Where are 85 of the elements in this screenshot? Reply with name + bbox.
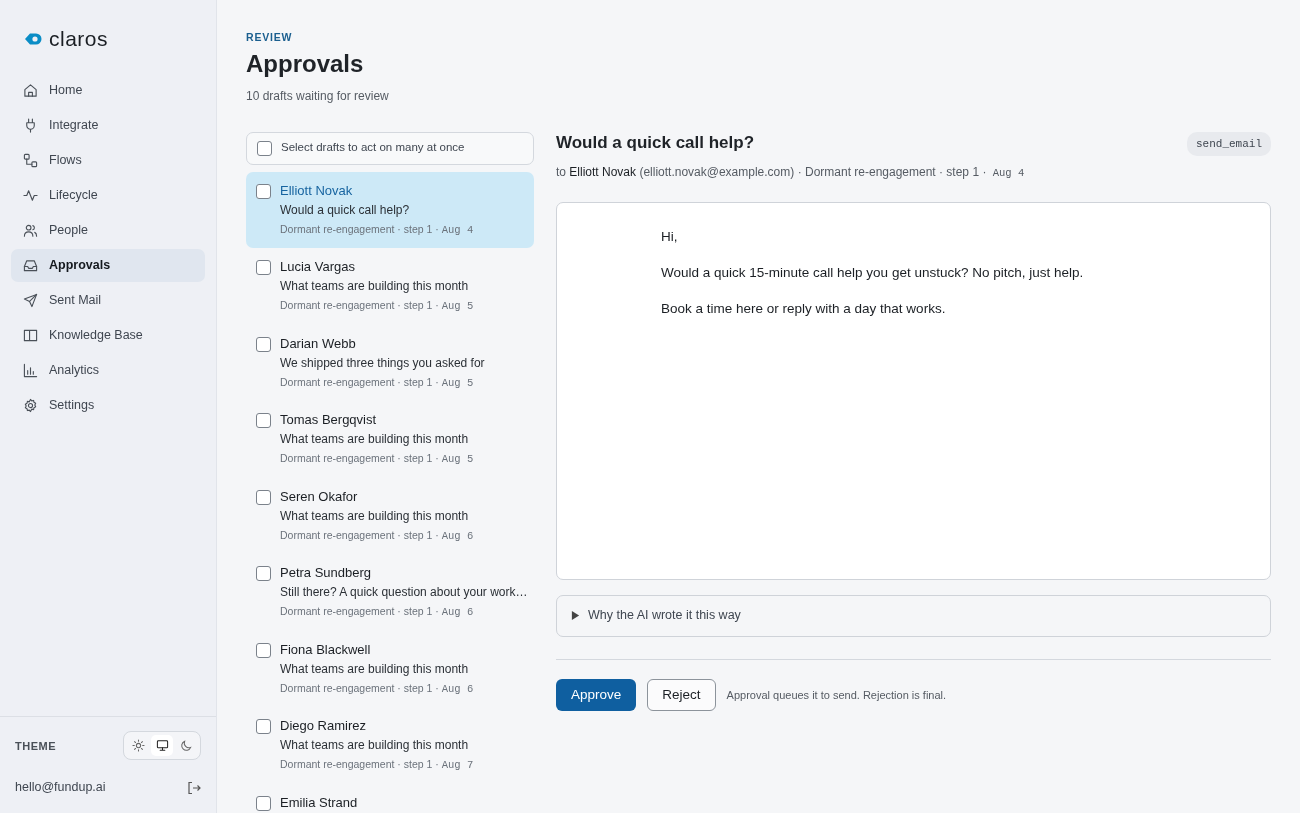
reasoning-disclosure[interactable]: Why the AI wrote it this way (556, 594, 1271, 637)
checkbox[interactable] (256, 413, 271, 429)
caret-right-icon (571, 609, 580, 623)
draft-item[interactable]: Lucia Vargas What teams are building this month Dormant re-engagement · step 1 · Aug 5 (246, 248, 534, 325)
draft-subject: We shipped three things you asked for (280, 354, 485, 372)
moon-icon (179, 739, 193, 753)
checkbox[interactable] (256, 795, 271, 811)
reject-button[interactable]: Reject (647, 678, 716, 711)
recipient-name: Tomas Bergqvist (280, 411, 378, 430)
checkbox[interactable] (257, 140, 272, 156)
recipient-name: Fiona Blackwell (280, 640, 372, 659)
theme-option[interactable] (151, 735, 173, 757)
recipient-name: Emilia Strand (280, 793, 358, 812)
draft-meta: Dormant re-engagement · step 1 · Aug 5 (280, 298, 474, 315)
recipient-name: Elliott Novak (280, 181, 354, 200)
email-subject: Would a quick call help? (556, 132, 755, 153)
draft-subject: What teams are building this month (280, 278, 470, 296)
home-icon (23, 83, 38, 98)
approve-button[interactable]: Approve (556, 678, 637, 711)
draft-meta: Dormant re-engagement · step 1 · Aug 5 (280, 451, 474, 468)
nodes-icon (23, 153, 38, 168)
checkbox[interactable] (256, 489, 271, 505)
nav-item[interactable]: Flows (11, 144, 205, 177)
checkbox[interactable] (256, 719, 271, 735)
draft-meta: Dormant re-engagement · step 1 · Aug 5 (280, 374, 475, 391)
recipient-name: Lucia Vargas (280, 258, 356, 277)
account-email: hello@fundup.ai (15, 779, 106, 797)
draft-meta: Dormant re-engagement · step 1 · Aug 6 (280, 680, 474, 697)
bar-chart-icon (23, 363, 38, 378)
draft-item[interactable]: Diego Ramirez What teams are building this month Dormant re-engagement · step 1 · Aug 7 (246, 707, 534, 784)
draft-subject: Still there? A quick question about your work… (280, 584, 524, 602)
draft-item[interactable]: Petra Sundberg Still there? A quick question about your work… Dormant re-engagement · step 1 · Aug 6 (246, 554, 534, 631)
page-subtitle: 10 drafts waiting for review (246, 87, 390, 105)
nav-item[interactable]: Integrate (11, 109, 205, 142)
recipient-name: Seren Okafor (280, 487, 359, 506)
draft-item[interactable]: Darian Webb We shipped three things you asked for Dormant re-engagement · step 1 · Aug 5 (246, 324, 534, 402)
plug-icon (23, 118, 38, 133)
draft-meta: Dormant re-engagement · step 1 · Aug 7 (280, 757, 474, 774)
checkbox[interactable] (256, 642, 271, 658)
nav-item[interactable]: Sent Mail (11, 284, 205, 317)
nav-item[interactable]: Settings (11, 389, 205, 422)
nav-item[interactable]: Home (11, 74, 205, 107)
draft-subject: What teams are building this month (280, 507, 470, 525)
gear-icon (23, 398, 38, 413)
draft-subject: What teams are building this month (280, 660, 470, 678)
draft-item[interactable]: Tomas Bergqvist What teams are building this month Dormant re-engagement · step 1 · Aug 5 (246, 401, 534, 478)
nav-item[interactable]: Approvals (11, 249, 205, 282)
nav-item[interactable]: Lifecycle (11, 179, 205, 212)
recipient-name: Darian Webb (280, 334, 357, 353)
theme-label: THEME (15, 738, 56, 754)
draft-item[interactable]: Emilia Strand (246, 783, 534, 813)
draft-subject: What teams are building this month (280, 431, 470, 449)
draft-meta: Dormant re-engagement · step 1 · Aug 6 (280, 604, 475, 621)
draft-item[interactable]: Seren Okafor What teams are building this month Dormant re-engagement · step 1 · Aug 6 (246, 477, 534, 555)
checkbox[interactable] (256, 260, 271, 276)
checkbox[interactable] (256, 566, 271, 582)
pulse-icon (23, 188, 38, 203)
inbox-icon (23, 258, 38, 273)
draft-subject: What teams are building this month (280, 737, 470, 755)
draft-meta: Dormant re-engagement · step 1 · Aug 6 (280, 527, 474, 544)
nav-item[interactable]: People (11, 214, 205, 247)
people-icon (23, 223, 38, 238)
sun-icon (131, 739, 145, 753)
action-tag: send_email (1187, 131, 1271, 157)
recipient-name: Petra Sundberg (280, 564, 373, 583)
email-body: Hi, Would a quick 15-minute call help you get unstuck? No pitch, just help. Book a time here or reply with a day that works. (556, 201, 1271, 580)
recipient-line: to Elliott Novak (elliott.novak@example.com) · Dormant re-engagement · step 1 · Aug 4 (556, 164, 1026, 182)
brand-name: claros (49, 26, 109, 53)
draft-item[interactable]: Elliott Novak Would a quick call help? Dormant re-engagement · step 1 · Aug 4 (246, 171, 534, 249)
logout-icon[interactable] (187, 780, 201, 795)
draft-meta: Dormant re-engagement · step 1 · Aug 4 (280, 221, 474, 238)
monitor-icon (155, 739, 169, 753)
action-note: Approval queues it to send. Rejection is final. (726, 687, 947, 703)
nav-item[interactable]: Analytics (11, 354, 205, 387)
logo-icon (24, 32, 44, 46)
draft-item[interactable]: Fiona Blackwell What teams are building this month Dormant re-engagement · step 1 · Aug 6 (246, 630, 534, 708)
bulk-select[interactable]: Select drafts to act on many at once (246, 131, 534, 165)
checkbox[interactable] (256, 336, 271, 352)
send-icon (23, 293, 38, 308)
page-title: Approvals (246, 49, 365, 79)
nav-item[interactable]: Knowledge Base (11, 319, 205, 352)
recipient-name: Diego Ramirez (280, 717, 367, 736)
book-icon (23, 328, 38, 343)
draft-subject: Would a quick call help? (280, 201, 411, 219)
section-eyebrow: REVIEW (246, 30, 294, 45)
